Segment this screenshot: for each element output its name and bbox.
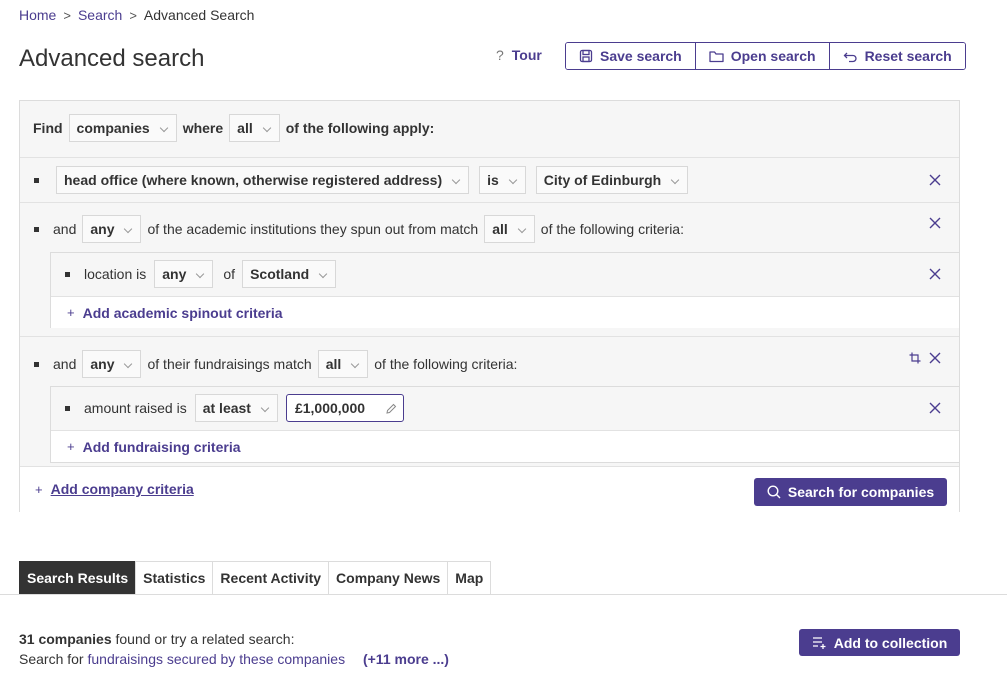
tab-statistics[interactable]: Statistics [135, 561, 213, 594]
amount-value: £1,000,000 [294, 400, 366, 416]
related-search-link[interactable]: fundraisings secured by these companies [87, 651, 345, 667]
divider [20, 202, 959, 203]
criterion-tail: of the following criteria: [374, 356, 518, 372]
tour-label: Tour [511, 47, 542, 63]
bullet [34, 361, 39, 367]
close-icon[interactable] [929, 352, 941, 364]
page-title: Advanced search [19, 45, 205, 72]
pencil-icon [386, 403, 397, 414]
location-criterion: location is any of Scotland [51, 259, 959, 289]
tab-map[interactable]: Map [447, 561, 492, 594]
open-search-button[interactable]: Open search [695, 43, 830, 69]
tab-company-news[interactable]: Company News [328, 561, 448, 594]
results-found-text: found or try a related search: [115, 631, 295, 647]
entity-select[interactable]: companies [68, 114, 177, 142]
results-tabs: Search Results Statistics Recent Activit… [19, 561, 492, 594]
add-to-collection-label: Add to collection [833, 634, 948, 651]
operator-select[interactable]: at least [194, 394, 278, 422]
find-row: Find companies where all of the followin… [20, 114, 959, 142]
plus-icon: + [67, 439, 75, 454]
spinout-subgroup: location is any of Scotland + Add academ… [50, 252, 960, 328]
of-label: of [223, 266, 236, 282]
add-company-criteria-link[interactable]: Add company criteria [51, 481, 194, 497]
criterion-tail: of the following criteria: [540, 221, 684, 237]
divider [20, 336, 959, 337]
breadcrumb: Home > Search > Advanced Search [19, 7, 254, 23]
criterion-head-office: head office (where known, otherwise regi… [20, 158, 959, 202]
more-related-link[interactable]: (+11 more ...) [363, 651, 449, 667]
folder-icon [709, 50, 724, 62]
add-spinout-criteria-row: + Add academic spinout criteria [51, 296, 959, 328]
tour-button[interactable]: ? Tour [496, 47, 542, 63]
criterion-text: of the academic institutions they spun o… [147, 221, 479, 237]
criterion-fundraising: and any of their fundraisings match all … [20, 349, 959, 379]
add-fundraising-criteria-row: + Add fundraising criteria [51, 430, 959, 462]
add-fundraising-criteria-link[interactable]: Add fundraising criteria [83, 439, 241, 455]
close-icon[interactable] [929, 217, 941, 229]
close-icon[interactable] [929, 174, 941, 186]
match-select[interactable]: all [484, 215, 535, 243]
field-select[interactable]: head office (where known, otherwise regi… [56, 166, 470, 194]
amount-input[interactable]: £1,000,000 [285, 394, 404, 422]
and-label: and [53, 221, 77, 237]
related-searches: Search for fundraisings secured by these… [19, 651, 449, 667]
results-summary: 31 companies found or try a related sear… [19, 631, 295, 647]
breadcrumb-current: Advanced Search [143, 7, 255, 23]
criterion-spinout: and any of the academic institutions the… [20, 214, 959, 244]
quantifier-select[interactable]: any [82, 215, 142, 243]
reset-search-label: Reset search [864, 48, 952, 64]
search-for-label: Search for [19, 651, 84, 667]
search-companies-button[interactable]: Search for companies [754, 478, 947, 506]
reset-search-button[interactable]: Reset search [829, 43, 965, 69]
save-icon [579, 49, 593, 63]
bullet [34, 226, 39, 232]
help-icon: ? [496, 47, 504, 63]
breadcrumb-separator: > [129, 8, 137, 23]
bullet [34, 177, 39, 183]
tab-recent-activity[interactable]: Recent Activity [212, 561, 329, 594]
search-actions-group: Save search Open search Reset search [565, 42, 966, 70]
apply-label: of the following apply: [285, 120, 435, 136]
breadcrumb-home[interactable]: Home [19, 7, 56, 23]
close-icon[interactable] [929, 268, 941, 280]
quantifier-select[interactable]: any [82, 350, 142, 378]
and-label: and [53, 356, 77, 372]
location-label: location is [84, 266, 147, 282]
save-search-button[interactable]: Save search [566, 43, 696, 69]
add-to-collection-button[interactable]: Add to collection [799, 629, 960, 656]
playlist-add-icon [812, 637, 826, 649]
results-count: 31 companies [19, 631, 112, 647]
save-search-label: Save search [600, 48, 682, 64]
undo-icon [843, 52, 857, 62]
query-builder: Find companies where all of the followin… [19, 100, 960, 512]
close-icon[interactable] [929, 402, 941, 414]
breadcrumb-separator: > [63, 8, 71, 23]
value-select[interactable]: City of Edinburgh [535, 166, 689, 194]
open-search-label: Open search [730, 48, 816, 64]
breadcrumb-search[interactable]: Search [78, 7, 122, 23]
fundraising-subgroup: amount raised is at least £1,000,000 + A… [50, 386, 960, 463]
builder-footer: + Add company criteria Search for compan… [20, 466, 959, 512]
where-label: where [182, 120, 224, 136]
amount-criterion: amount raised is at least £1,000,000 [51, 393, 959, 423]
find-label: Find [33, 120, 63, 136]
crop-icon[interactable] [909, 352, 921, 364]
plus-icon: + [35, 481, 43, 497]
match-select[interactable]: all [317, 350, 369, 378]
quantifier-select[interactable]: any [154, 260, 214, 288]
operator-select[interactable]: is [479, 166, 526, 194]
bullet [65, 271, 70, 277]
tab-search-results[interactable]: Search Results [19, 561, 136, 594]
criterion-text: of their fundraisings match [147, 356, 312, 372]
add-spinout-criteria-link[interactable]: Add academic spinout criteria [83, 305, 283, 321]
search-companies-label: Search for companies [787, 484, 935, 500]
match-select[interactable]: all [229, 114, 280, 142]
location-select[interactable]: Scotland [242, 260, 337, 288]
amount-label: amount raised is [84, 400, 187, 416]
plus-icon: + [67, 305, 75, 320]
bullet [65, 405, 70, 411]
search-icon [767, 485, 781, 499]
